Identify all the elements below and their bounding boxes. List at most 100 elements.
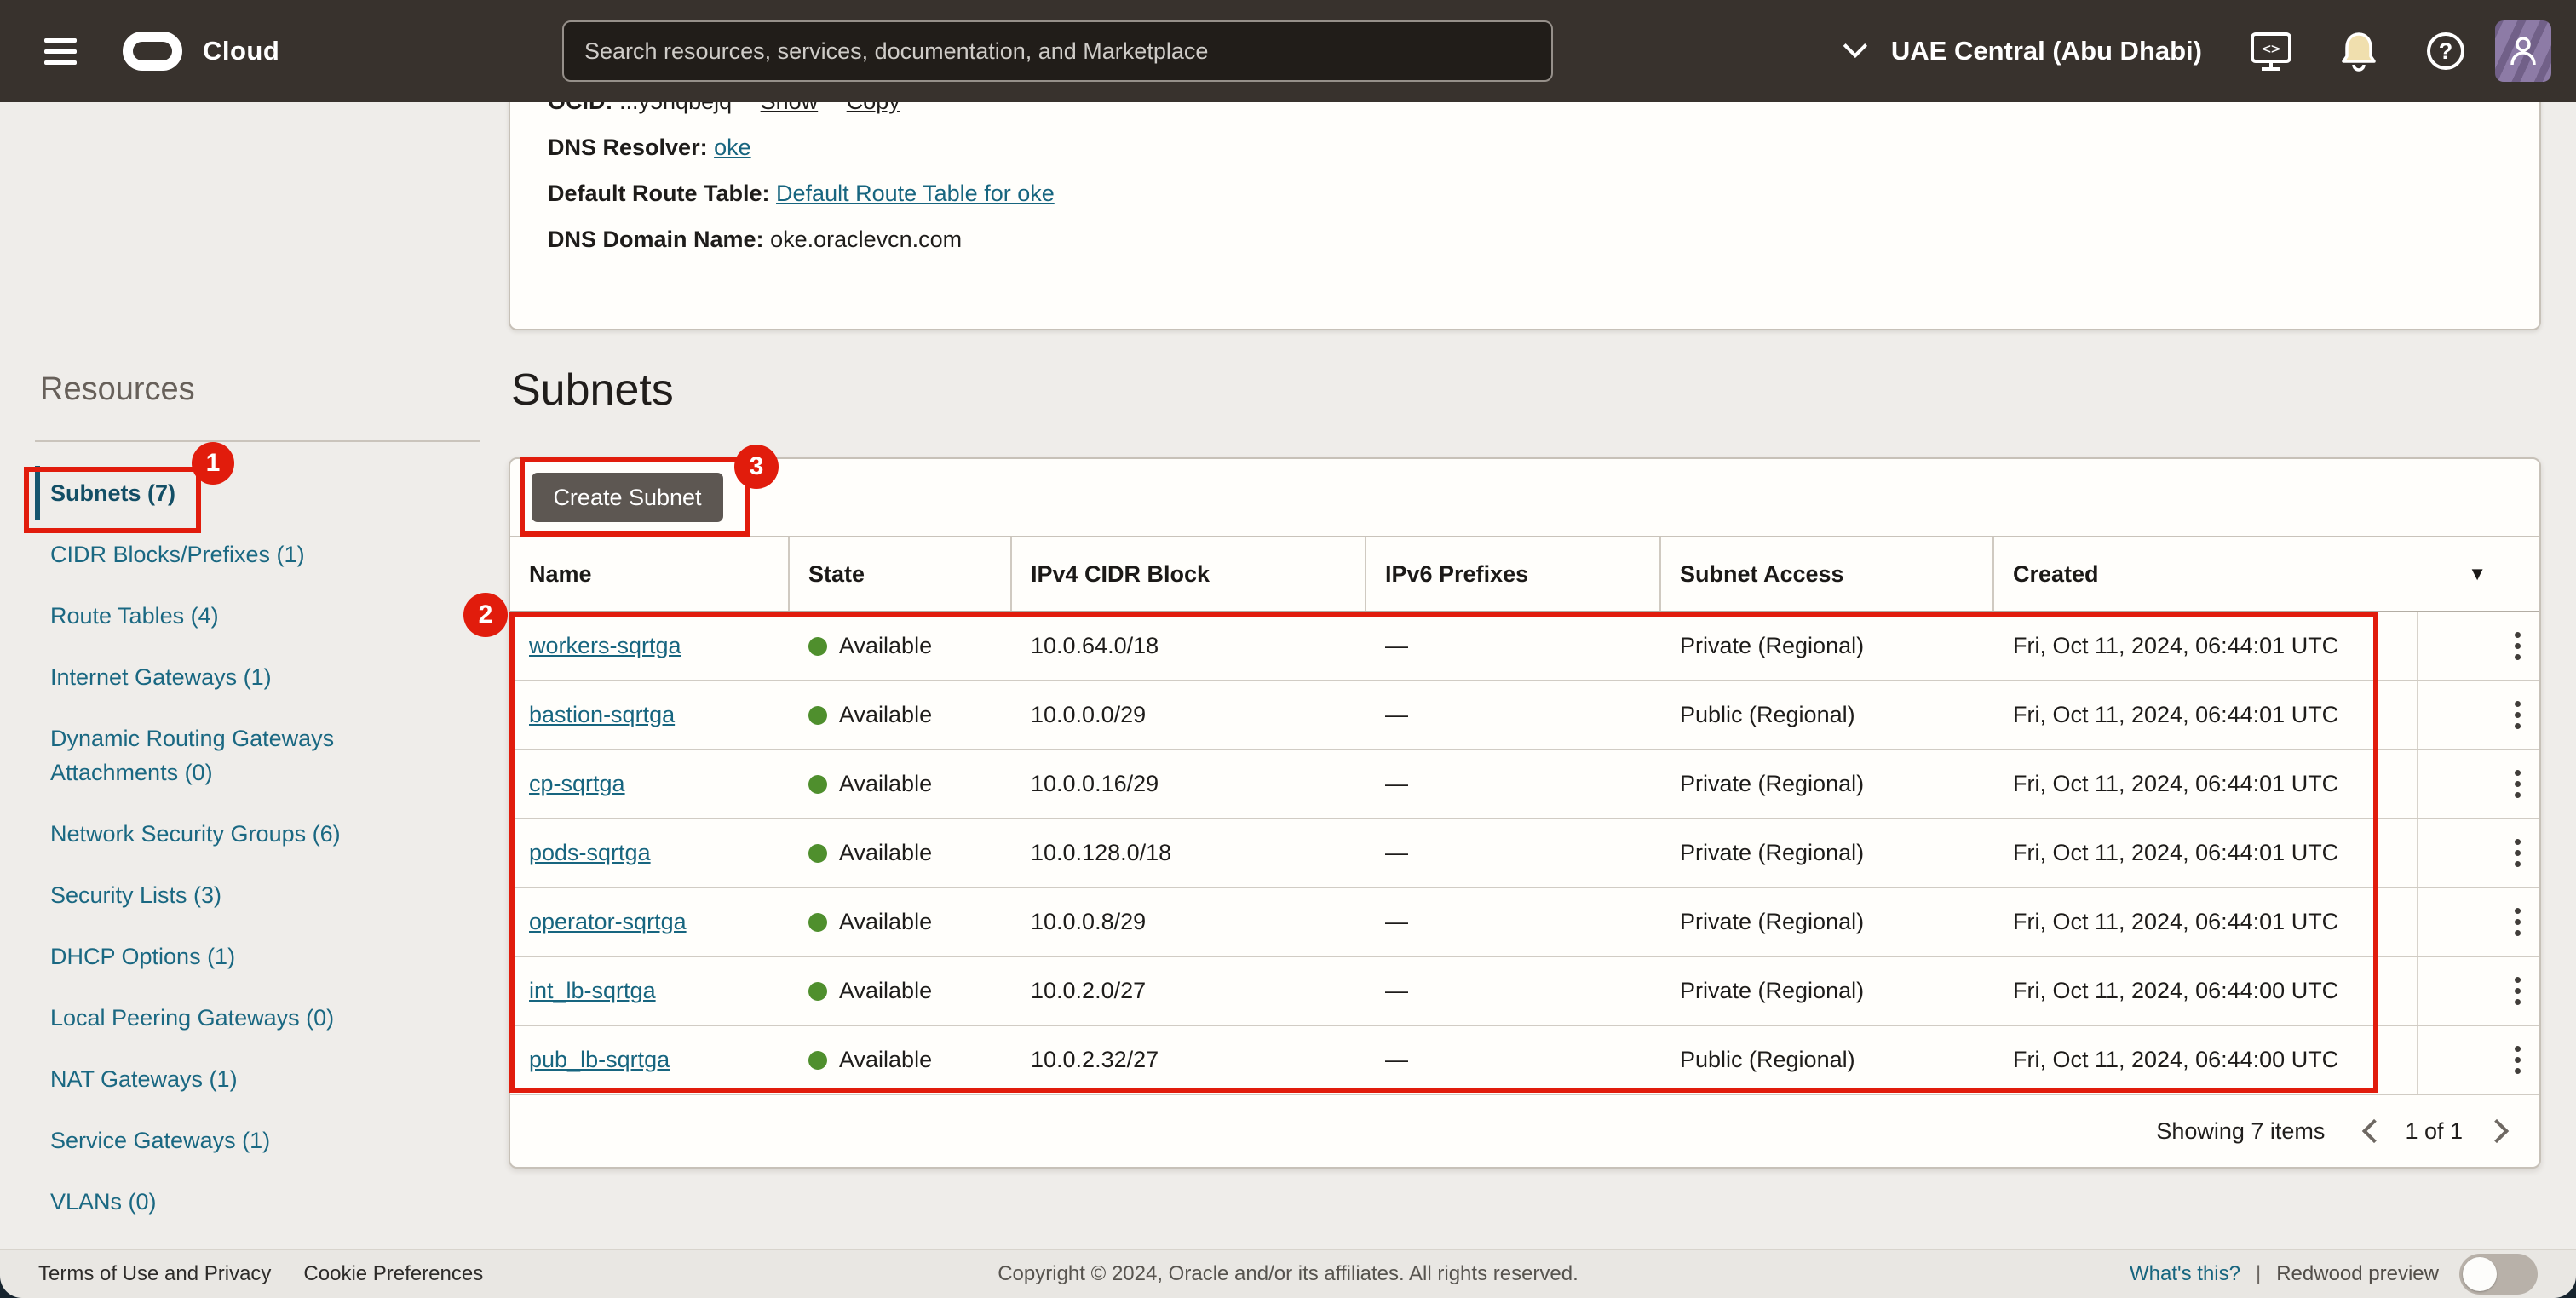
kebab-menu-icon[interactable] <box>2510 834 2526 872</box>
cell-subnet-access: Private (Regional) <box>1661 750 1994 818</box>
subnet-name-link[interactable]: int_lb-sqrtga <box>529 978 656 1004</box>
cell-ipv4-cidr: 10.0.2.0/27 <box>1012 957 1366 1025</box>
dns-resolver-row: DNS Resolver: oke <box>548 136 2539 159</box>
create-subnet-button[interactable]: Create Subnet <box>532 473 723 522</box>
cell-created: Fri, Oct 11, 2024, 06:44:01 UTC <box>1994 888 2417 956</box>
subnet-row: int_lb-sqrtga Available 10.0.2.0/27 — Pr… <box>510 957 2539 1026</box>
dns-domain-row: DNS Domain Name: oke.oraclevcn.com <box>548 228 2539 251</box>
sidebar-item[interactable]: VLANs (0) <box>35 1185 444 1219</box>
cell-name: pub_lb-sqrtga <box>510 1026 790 1094</box>
subnet-name-link[interactable]: bastion-sqrtga <box>529 702 675 728</box>
sidebar-item[interactable]: CIDR Blocks/Prefixes (1) <box>35 537 444 571</box>
cloud-shell-icon[interactable]: <> <box>2250 31 2292 72</box>
cell-name: bastion-sqrtga <box>510 681 790 749</box>
column-header-name[interactable]: Name <box>510 537 790 611</box>
next-page-icon[interactable] <box>2485 1119 2509 1143</box>
sidebar-item[interactable]: Service Gateways (1) <box>35 1123 444 1157</box>
notifications-bell-icon[interactable] <box>2340 31 2378 72</box>
cell-ipv6-prefixes: — <box>1366 888 1661 956</box>
redwood-preview-toggle[interactable] <box>2459 1254 2538 1295</box>
sidebar-divider <box>35 440 480 442</box>
subnet-name-link[interactable]: pods-sqrtga <box>529 840 651 866</box>
kebab-menu-icon[interactable] <box>2510 765 2526 803</box>
cell-name: workers-sqrtga <box>510 612 790 680</box>
annotation-badge-1: 1 <box>192 442 234 485</box>
column-header-ipv6-prefixes[interactable]: IPv6 Prefixes <box>1366 537 1661 611</box>
sidebar-item[interactable]: Local Peering Gateways (0) <box>35 1001 444 1035</box>
subnet-name-link[interactable]: cp-sqrtga <box>529 771 625 797</box>
whats-this-link[interactable]: What's this? <box>2130 1262 2240 1286</box>
top-navigation-bar: Cloud UAE Central (Abu Dhabi) <> <box>0 0 2576 102</box>
cell-ipv4-cidr: 10.0.2.32/27 <box>1012 1026 1366 1094</box>
footer: Terms of Use and Privacy Cookie Preferen… <box>0 1249 2576 1298</box>
column-header-subnet-access[interactable]: Subnet Access <box>1661 537 1994 611</box>
hamburger-menu-icon[interactable] <box>44 38 77 65</box>
cell-ipv6-prefixes: — <box>1366 750 1661 818</box>
sidebar-item[interactable]: Internet Gateways (1) <box>35 660 444 694</box>
page-indicator: 1 of 1 <box>2405 1118 2463 1145</box>
cell-subnet-access: Private (Regional) <box>1661 888 1994 956</box>
oracle-cloud-brand[interactable]: Cloud <box>123 32 279 71</box>
subnet-name-link[interactable]: pub_lb-sqrtga <box>529 1047 670 1073</box>
pagination-bar: Showing 7 items 1 of 1 <box>510 1095 2539 1167</box>
profile-avatar[interactable] <box>2495 20 2551 82</box>
cell-actions <box>2417 1026 2539 1094</box>
annotation-badge-2: 2 <box>463 593 508 637</box>
subnet-row: cp-sqrtga Available 10.0.0.16/29 — Priva… <box>510 750 2539 819</box>
sidebar-item[interactable]: Security Lists (3) <box>35 878 444 912</box>
dns-resolver-link[interactable]: oke <box>714 135 751 160</box>
dns-domain-value: oke.oraclevcn.com <box>770 227 962 252</box>
sidebar-item[interactable]: Route Tables (4) <box>35 599 444 633</box>
cell-name: cp-sqrtga <box>510 750 790 818</box>
cell-created: Fri, Oct 11, 2024, 06:44:00 UTC <box>1994 957 2417 1025</box>
route-table-row: Default Route Table: Default Route Table… <box>548 182 2539 205</box>
sort-descending-icon[interactable]: ▼ <box>2468 563 2487 585</box>
dns-resolver-label: DNS Resolver: <box>548 135 708 160</box>
oracle-logo-icon <box>123 32 182 71</box>
cell-created: Fri, Oct 11, 2024, 06:44:01 UTC <box>1994 681 2417 749</box>
cell-ipv4-cidr: 10.0.0.16/29 <box>1012 750 1366 818</box>
kebab-menu-icon[interactable] <box>2510 903 2526 941</box>
kebab-menu-icon[interactable] <box>2510 972 2526 1010</box>
help-icon[interactable]: ? <box>2427 32 2464 70</box>
cell-created: Fri, Oct 11, 2024, 06:44:00 UTC <box>1994 1026 2417 1094</box>
redwood-preview-label: Redwood preview <box>2276 1262 2439 1286</box>
region-selector[interactable]: UAE Central (Abu Dhabi) <box>1891 36 2202 66</box>
status-available-icon <box>808 706 827 725</box>
terms-link[interactable]: Terms of Use and Privacy <box>38 1262 271 1286</box>
resources-sidebar: Resources Subnets (7)CIDR Blocks/Prefixe… <box>35 371 480 1246</box>
cell-subnet-access: Public (Regional) <box>1661 681 1994 749</box>
cell-state: Available <box>790 612 1012 680</box>
subnet-name-link[interactable]: operator-sqrtga <box>529 909 687 935</box>
route-table-link[interactable]: Default Route Table for oke <box>776 181 1055 206</box>
kebab-menu-icon[interactable] <box>2510 696 2526 734</box>
dns-domain-label: DNS Domain Name: <box>548 227 764 252</box>
column-header-state[interactable]: State <box>790 537 1012 611</box>
cell-ipv4-cidr: 10.0.0.8/29 <box>1012 888 1366 956</box>
cell-actions <box>2417 888 2539 956</box>
search-input[interactable] <box>562 20 1553 82</box>
sidebar-item[interactable]: DHCP Options (1) <box>35 939 444 974</box>
previous-page-icon[interactable] <box>2362 1119 2386 1143</box>
sidebar-item[interactable]: Subnets (7) <box>35 476 444 510</box>
sidebar-item[interactable]: NAT Gateways (1) <box>35 1062 444 1096</box>
chevron-down-icon[interactable] <box>1843 34 1867 58</box>
copyright-text: Copyright © 2024, Oracle and/or its affi… <box>998 1262 1578 1286</box>
subnet-row: pub_lb-sqrtga Available 10.0.2.32/27 — P… <box>510 1026 2539 1095</box>
cookie-preferences-link[interactable]: Cookie Preferences <box>303 1262 483 1286</box>
person-icon <box>2508 34 2539 68</box>
cell-state: Available <box>790 888 1012 956</box>
column-header-ipv4-cidr[interactable]: IPv4 CIDR Block <box>1012 537 1366 611</box>
cell-actions <box>2417 612 2539 680</box>
status-available-icon <box>808 982 827 1001</box>
kebab-menu-icon[interactable] <box>2510 627 2526 665</box>
cell-created: Fri, Oct 11, 2024, 06:44:01 UTC <box>1994 819 2417 887</box>
oci-console: OCID: ...y5hqbejq Show Copy DNS Resolver… <box>0 0 2576 1298</box>
sidebar-item[interactable]: Dynamic Routing Gateways Attachments (0) <box>35 721 444 790</box>
column-header-created[interactable]: Created ▼ <box>1994 537 2539 611</box>
subnet-name-link[interactable]: workers-sqrtga <box>529 633 681 659</box>
kebab-menu-icon[interactable] <box>2510 1041 2526 1079</box>
table-body: workers-sqrtga Available 10.0.64.0/18 — … <box>510 612 2539 1095</box>
table-header-row: Name State IPv4 CIDR Block IPv6 Prefixes… <box>510 537 2539 612</box>
sidebar-item[interactable]: Network Security Groups (6) <box>35 817 444 851</box>
